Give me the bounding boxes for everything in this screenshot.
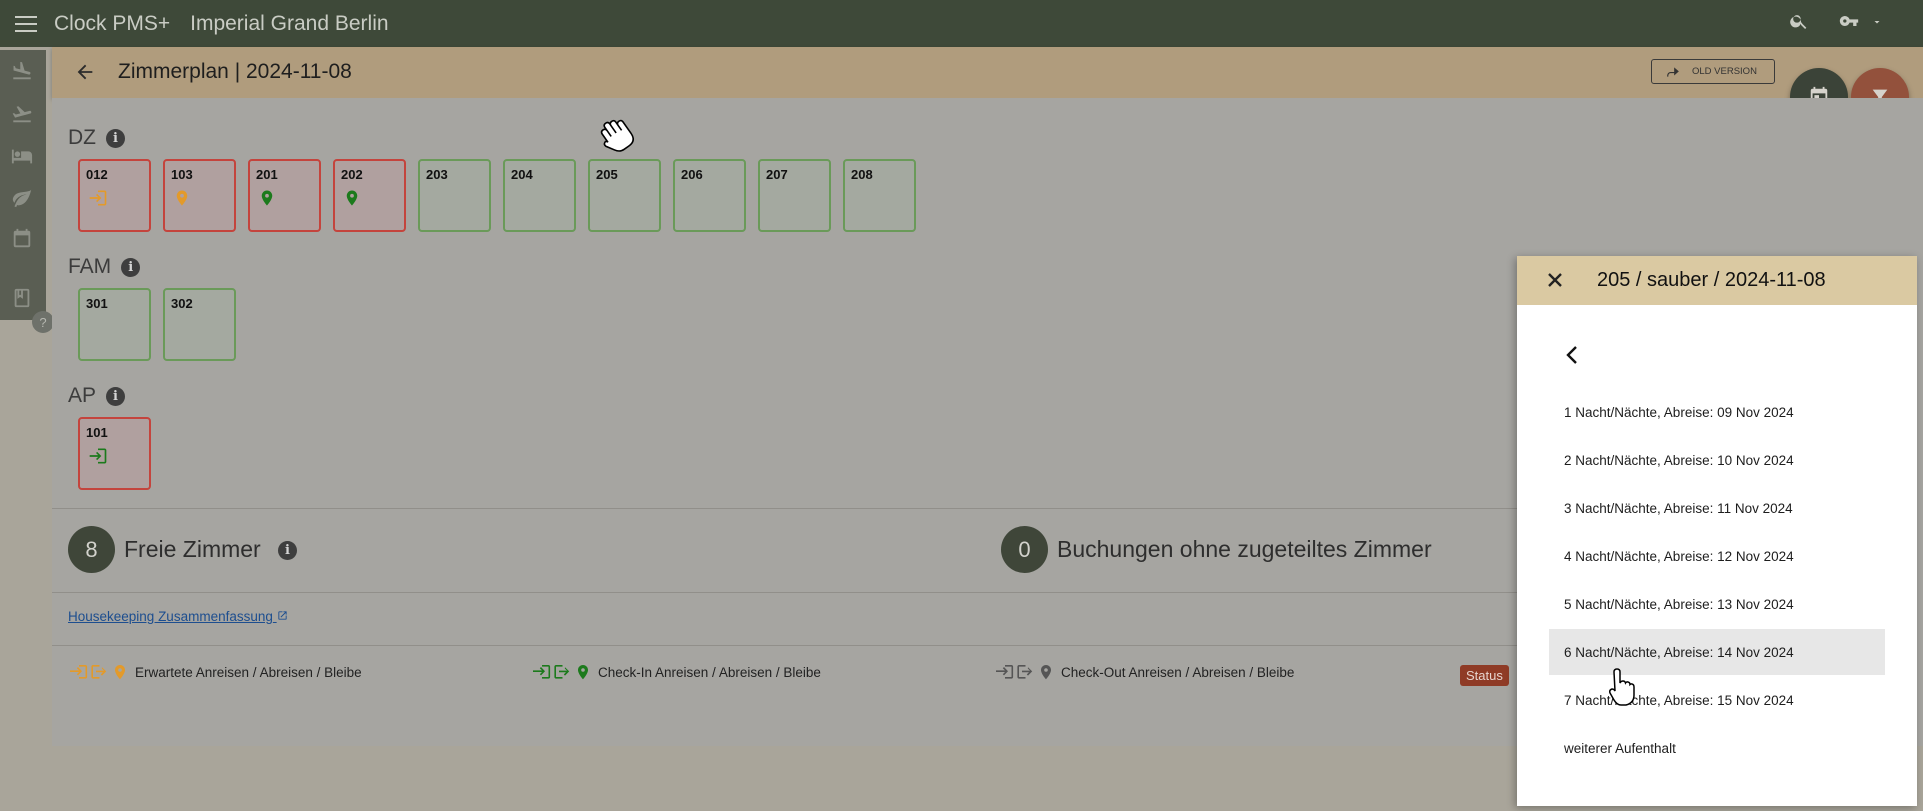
checkin-status-icons xyxy=(533,665,588,680)
legend-label: Erwartete Anreisen / Abreisen / Bleibe xyxy=(135,664,362,680)
arrival-icon xyxy=(88,446,108,471)
room-detail-panel: 205 / sauber / 2024-11-08 1 Nacht/Nächte… xyxy=(1517,256,1917,806)
stay-option[interactable]: 2 Nacht/Nächte, Abreise: 10 Nov 2024 xyxy=(1549,437,1885,483)
category-heading-fam: FAM i xyxy=(68,255,141,279)
room-tile[interactable]: 301 xyxy=(78,288,151,361)
housekeeping-summary-link[interactable]: Housekeeping Zusammenfassung xyxy=(68,609,288,624)
room-tile[interactable]: 204 xyxy=(503,159,576,232)
category-name: AP xyxy=(68,384,97,407)
room-tile[interactable]: 206 xyxy=(673,159,746,232)
panel-header: 205 / sauber / 2024-11-08 xyxy=(1517,256,1917,305)
room-number: 103 xyxy=(171,167,193,182)
category-name: FAM xyxy=(68,255,112,278)
category-heading-dz: DZ i xyxy=(68,126,125,150)
free-rooms-label: Freie Zimmer xyxy=(124,536,261,562)
room-tile[interactable]: 207 xyxy=(758,159,831,232)
stay-option[interactable]: 3 Nacht/Nächte, Abreise: 11 Nov 2024 xyxy=(1549,485,1885,531)
housekeeping-link-label: Housekeeping Zusammenfassung xyxy=(68,609,273,624)
room-number: 206 xyxy=(681,167,703,182)
room-tile[interactable]: 201 xyxy=(248,159,321,232)
old-version-label: OLD VERSION xyxy=(1692,66,1757,77)
stay-option[interactable]: 7 Nacht/Nächte, Abreise: 15 Nov 2024 xyxy=(1549,677,1885,723)
help-icon[interactable]: ? xyxy=(32,311,54,333)
legend-label: Check-Out Anreisen / Abreisen / Bleibe xyxy=(1061,664,1295,680)
room-tile[interactable]: 101 xyxy=(78,417,151,490)
arrival-icon xyxy=(88,188,108,213)
chevron-left-icon[interactable] xyxy=(1563,344,1581,371)
account-menu[interactable] xyxy=(1837,11,1883,36)
search-icon[interactable] xyxy=(1789,11,1809,36)
category-name: DZ xyxy=(68,126,96,149)
unassigned-bookings-count: 0 xyxy=(1001,526,1048,573)
menu-icon[interactable] xyxy=(15,15,37,32)
info-icon[interactable]: i xyxy=(278,541,297,560)
info-icon[interactable]: i xyxy=(106,386,126,406)
old-version-button[interactable]: OLD VERSION xyxy=(1651,59,1775,84)
bed-icon[interactable] xyxy=(11,145,35,169)
external-link-icon xyxy=(278,611,287,620)
room-tile[interactable]: 103 xyxy=(163,159,236,232)
calendar-icon[interactable] xyxy=(11,228,35,252)
panel-title: 205 / sauber / 2024-11-08 xyxy=(1597,269,1826,291)
location-pin-icon xyxy=(258,188,276,213)
room-number: 012 xyxy=(86,167,108,182)
legend-checkout: Check-Out Anreisen / Abreisen / Bleibe xyxy=(994,662,1294,682)
extended-stay-option[interactable]: weiterer Aufenthalt xyxy=(1549,725,1885,771)
room-number: 204 xyxy=(511,167,533,182)
room-number: 205 xyxy=(596,167,618,182)
stay-option[interactable]: 6 Nacht/Nächte, Abreise: 14 Nov 2024 xyxy=(1549,629,1885,675)
room-tile[interactable]: 208 xyxy=(843,159,916,232)
plane-takeoff-icon[interactable] xyxy=(11,103,35,127)
room-number: 208 xyxy=(851,167,873,182)
room-number: 202 xyxy=(341,167,363,182)
room-number: 301 xyxy=(86,296,108,311)
room-tile[interactable]: 012 xyxy=(78,159,151,232)
divider xyxy=(52,508,1517,509)
page-header: Zimmerplan | 2024-11-08 xyxy=(52,47,1923,98)
left-nav-rail xyxy=(0,50,46,320)
expected-status-icons xyxy=(70,665,125,680)
stay-option[interactable]: 4 Nacht/Nächte, Abreise: 12 Nov 2024 xyxy=(1549,533,1885,579)
room-tile[interactable]: 202 xyxy=(333,159,406,232)
book-icon[interactable] xyxy=(11,287,35,311)
location-pin-icon xyxy=(173,188,191,213)
unassigned-bookings-label: Buchungen ohne zugeteiltes Zimmer xyxy=(1057,536,1432,562)
free-rooms-count: 8 xyxy=(68,526,115,573)
legend-checkin: Check-In Anreisen / Abreisen / Bleibe xyxy=(531,662,821,682)
room-tile[interactable]: 203 xyxy=(418,159,491,232)
category-heading-ap: AP i xyxy=(68,384,126,408)
room-number: 302 xyxy=(171,296,193,311)
divider xyxy=(52,645,1517,646)
redirect-icon xyxy=(1667,66,1679,77)
room-tile[interactable]: 205 xyxy=(588,159,661,232)
room-number: 203 xyxy=(426,167,448,182)
status-badge[interactable]: Status xyxy=(1460,665,1509,686)
legend-label: Check-In Anreisen / Abreisen / Bleibe xyxy=(598,664,821,680)
divider xyxy=(52,592,1517,593)
chevron-down-icon xyxy=(1871,15,1883,33)
hotel-name: Imperial Grand Berlin xyxy=(190,11,389,35)
info-icon[interactable]: i xyxy=(121,257,141,277)
back-arrow-icon[interactable] xyxy=(74,61,96,88)
legend-expected: Erwartete Anreisen / Abreisen / Bleibe xyxy=(68,662,362,682)
plane-landing-icon[interactable] xyxy=(11,60,35,84)
room-number: 101 xyxy=(86,425,108,440)
room-tile[interactable]: 302 xyxy=(163,288,236,361)
checkout-status-icons xyxy=(996,665,1051,680)
top-app-bar: Clock PMS+ Imperial Grand Berlin xyxy=(0,0,1923,47)
page-title: Zimmerplan | 2024-11-08 xyxy=(118,60,352,83)
key-icon xyxy=(1837,11,1861,36)
stay-option[interactable]: 5 Nacht/Nächte, Abreise: 13 Nov 2024 xyxy=(1549,581,1885,627)
room-number: 207 xyxy=(766,167,788,182)
app-title: Clock PMS+ xyxy=(54,11,171,35)
leaf-icon[interactable] xyxy=(11,187,35,211)
info-icon[interactable]: i xyxy=(106,128,125,148)
location-pin-icon xyxy=(343,188,361,213)
close-icon[interactable] xyxy=(1545,270,1565,295)
room-number: 201 xyxy=(256,167,278,182)
stay-option[interactable]: 1 Nacht/Nächte, Abreise: 09 Nov 2024 xyxy=(1549,389,1885,435)
